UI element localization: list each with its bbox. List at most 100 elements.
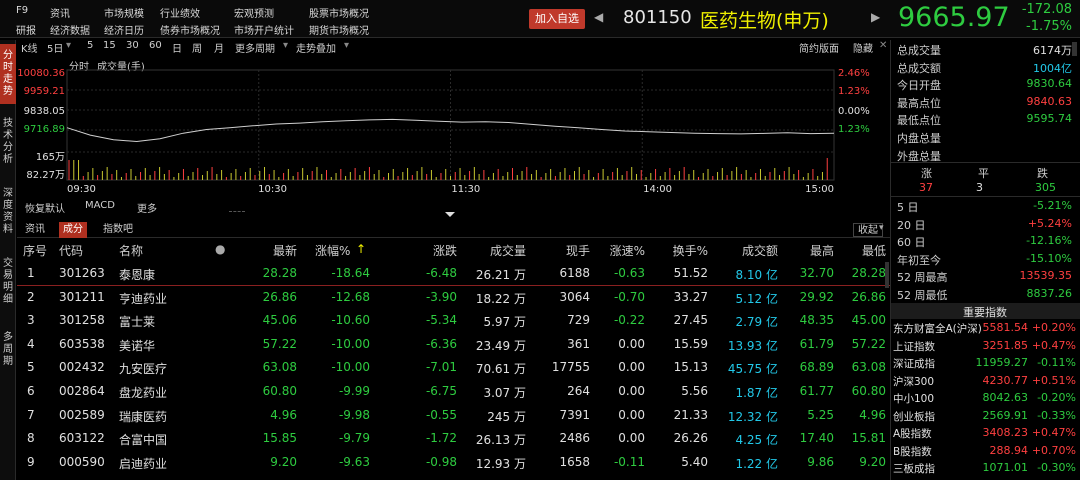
tab-deep-info[interactable]: 深度资料 [0,184,16,244]
tab-intraday[interactable]: 分时走势 [0,44,16,104]
menu-research[interactable]: 研报 [16,22,36,37]
period-30min[interactable]: 30 [126,40,139,51]
cell-current-hand: 361 [567,336,590,351]
chart-canvas[interactable]: 10080.36 9959.21 9838.05 9716.89 2.46% 1.23% 0… [17,56,887,196]
index-name[interactable]: 东方财富全A(沪深) [893,321,982,336]
tab-technical[interactable]: 技术分析 [0,114,16,174]
table-row[interactable]: 4 603538 美诺华 57.22 -10.00 -6.36 23.49 万 361 0.00… [17,333,890,357]
overlay-dropdown[interactable]: 走势叠加 [296,40,336,55]
menu-industry-perf[interactable]: 行业绩效 [160,5,200,20]
index-name[interactable]: 深证成指 [893,356,935,371]
tab-components[interactable]: 成分 [59,222,87,238]
col-volume[interactable]: 成交量 [490,242,526,259]
col-latest[interactable]: 最新 [273,242,297,259]
tab-index-forum[interactable]: 指数吧 [99,222,137,238]
panel-scrollbar[interactable] [1072,42,1077,56]
sort-up-icon[interactable]: ↑ [356,242,366,256]
col-current-hand[interactable]: 现手 [566,242,590,259]
index-value: 3408.23 [982,426,1029,439]
table-row[interactable]: 3 301258 富士莱 45.06 -10.60 -5.34 5.97 万 729 -0.22… [17,309,890,333]
menu-futures-market[interactable]: 期货市场概况 [309,22,369,37]
cell-amount: 1.87 亿 [735,385,778,400]
macd-tab[interactable]: MACD [85,200,115,211]
table-row[interactable]: 6 002864 盘龙药业 60.80 -9.99 -6.75 3.07 万 264 0.00 5… [17,380,890,404]
price-change: -172.08 [1021,2,1072,17]
cell-index: 2 [27,289,35,304]
splitter-handle[interactable] [229,211,245,214]
index-name[interactable]: 上证指数 [893,339,935,354]
menu-macro-forecast[interactable]: 宏观预测 [234,5,274,20]
cell-turnover: 26.26 [673,431,708,446]
index-name[interactable]: A股指数 [893,426,932,441]
table-row[interactable]: 2 301211 亨迪药业 26.86 -12.68 -3.90 18.22 万 3064 -0… [17,286,890,310]
table-row[interactable]: 9 000590 启迪药业 9.20 -9.63 -0.98 12.93 万 1658 -0.1… [17,451,890,475]
more-tab[interactable]: 更多 [137,200,157,215]
tab-trade-detail[interactable]: 交易明细 [0,254,16,314]
reset-default-button[interactable]: 恢复默认 [25,200,65,215]
simple-layout-button[interactable]: 简约版面 [799,40,839,55]
more-periods-dropdown[interactable]: 更多周期 [235,40,275,55]
index-name[interactable]: 沪深300 [893,374,934,389]
menu-bond-market[interactable]: 债券市场概况 [160,22,220,37]
col-name[interactable]: 名称 [119,242,143,259]
col-turnover[interactable]: 换手% [673,242,708,259]
menu-econ-calendar[interactable]: 经济日历 [104,22,144,37]
table-row[interactable]: 1 301263 泰恩康 28.28 -18.64 -6.48 26.21 万 6188 -0.… [17,262,890,286]
col-high[interactable]: 最高 [810,242,834,259]
prev-arrow-icon[interactable]: ◀ [594,10,603,24]
menu-account-stats[interactable]: 市场开户统计 [234,22,294,37]
index-name[interactable]: B股指数 [893,444,932,459]
dropdown-icon[interactable]: ▾ [66,40,71,51]
menu-market-scale[interactable]: 市场规模 [104,5,144,20]
tab-multi-period[interactable]: 多周期 [0,328,16,378]
hide-button[interactable]: 隐藏 [853,40,873,55]
cell-current-hand: 729 [567,313,590,328]
table-row[interactable]: 8 603122 合富中国 15.85 -9.79 -1.72 26.13 万 2486 0.0… [17,427,890,451]
col-index[interactable]: 序号 [23,242,47,259]
chevron-down-icon[interactable]: ▾ [344,40,349,51]
col-amount[interactable]: 成交额 [742,242,778,259]
menu-news[interactable]: 资讯 [50,5,70,20]
period-day[interactable]: 日 [172,40,182,55]
index-name[interactable]: 创业板指 [893,409,935,424]
period-60min[interactable]: 60 [149,40,162,51]
period-5min[interactable]: 5 [87,40,93,51]
col-change-pct[interactable]: 涨幅% [315,242,350,259]
col-speed[interactable]: 涨速% [610,242,645,259]
table-scrollbar[interactable] [885,262,889,288]
cell-change: -1.72 [425,431,457,446]
cell-change-pct: -10.60 [331,313,370,328]
table-row[interactable]: 5 002432 九安医疗 63.08 -10.00 -7.01 70.61 万 17755 0… [17,356,890,380]
volume-tick: 82.27万 [26,170,65,181]
col-change[interactable]: 涨跌 [433,242,457,259]
next-arrow-icon[interactable]: ▶ [871,10,880,24]
period-week[interactable]: 周 [192,40,202,55]
stat-label: 今日开盘 [897,79,941,93]
menu-stock-market[interactable]: 股票市场概况 [309,5,369,20]
cell-latest: 63.08 [262,360,297,375]
period-15min[interactable]: 15 [103,40,116,51]
index-pct: -0.30% [1037,461,1076,474]
chevron-down-icon[interactable]: ▾ [879,223,884,233]
table-row[interactable]: 7 002589 瑞康医药 4.96 -9.98 -0.55 245 万 7391 0.00 21… [17,404,890,428]
index-value: 3251.85 [982,338,1029,352]
index-name[interactable]: 三板成指 [893,461,935,476]
collapse-arrow-icon[interactable] [445,212,455,217]
cell-amount: 12.32 亿 [727,409,778,424]
add-watchlist-button[interactable]: 加入自选 [529,9,585,29]
tab-news[interactable]: 资讯 [21,222,49,238]
col-code[interactable]: 代码 [59,242,83,259]
cell-latest: 60.80 [262,383,297,398]
menu-econ-data[interactable]: 经济数据 [50,22,90,37]
cell-change-pct: -18.64 [331,266,370,280]
kline-button[interactable]: K线 [21,40,38,55]
period-5day[interactable]: 5日 [47,40,63,55]
period-month[interactable]: 月 [214,40,224,55]
stat-value: 9595.74 [1026,112,1073,126]
chart-indicator-tabs: 恢复默认 MACD 更多 [17,198,887,217]
index-name[interactable]: 中小100 [893,391,934,406]
chevron-down-icon[interactable]: ▾ [283,40,288,51]
col-low[interactable]: 最低 [862,242,886,259]
close-icon[interactable]: ✕ [879,40,887,51]
period-label: 年初至今 [897,253,941,267]
